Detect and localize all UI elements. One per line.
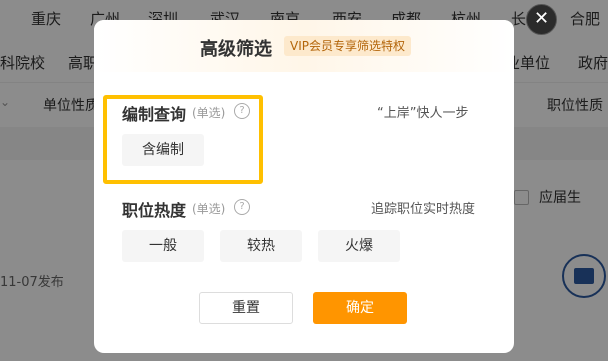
modal-title: 高级筛选 bbox=[200, 39, 272, 60]
close-icon[interactable]: ✕ bbox=[526, 4, 557, 35]
advanced-filter-modal: 高级筛选 VIP会员专享筛选特权 编制查询 (单选) ? “上岸”快人一步 含编… bbox=[94, 20, 514, 353]
reset-button[interactable]: 重置 bbox=[199, 292, 293, 324]
option-very-hot[interactable]: 火爆 bbox=[318, 230, 400, 262]
option-hot[interactable]: 较热 bbox=[220, 230, 302, 262]
question-circle-icon[interactable]: ? bbox=[234, 199, 250, 215]
heat-hint: 追踪职位实时热度 bbox=[371, 202, 476, 217]
vip-badge: VIP会员专享筛选特权 bbox=[284, 36, 411, 56]
confirm-button[interactable]: 确定 bbox=[313, 292, 407, 324]
heat-title: 职位热度 bbox=[122, 201, 187, 220]
single-select-label: (单选) bbox=[192, 202, 226, 216]
modal-header: 高级筛选 VIP会员专享筛选特权 bbox=[94, 20, 514, 72]
establishment-hint: “上岸”快人一步 bbox=[377, 106, 469, 121]
option-normal[interactable]: 一般 bbox=[122, 230, 204, 262]
highlight-box bbox=[103, 95, 263, 184]
